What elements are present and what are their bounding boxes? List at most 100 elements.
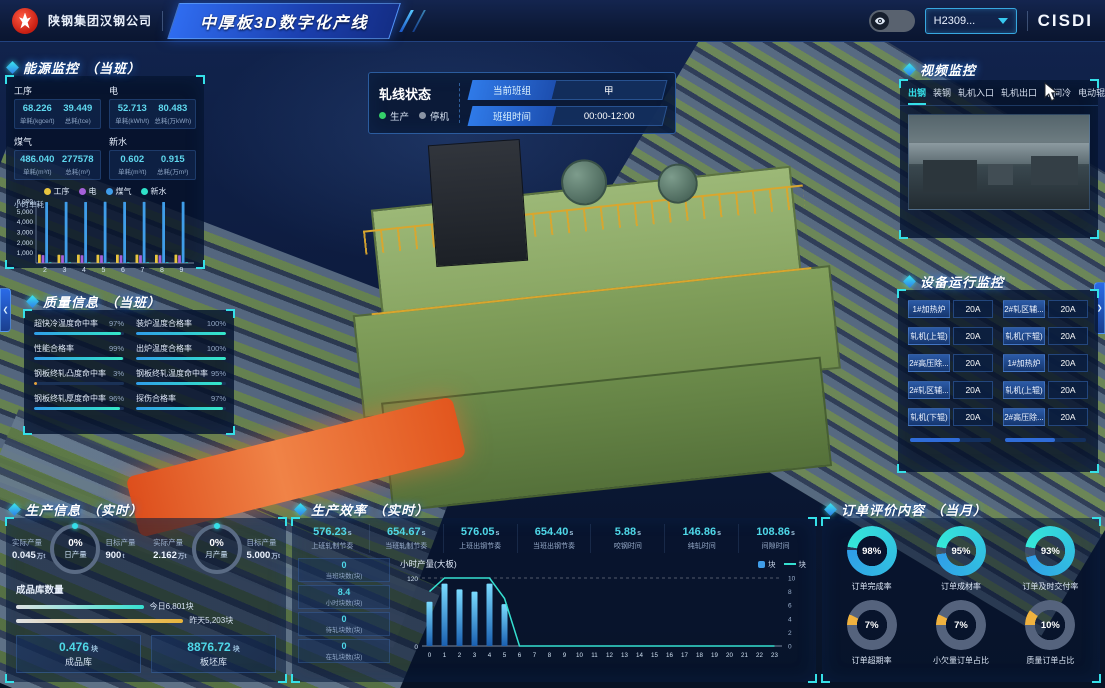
energy-group-values: 68.226单耗(kgce/t)39.449总耗(tce) bbox=[14, 99, 101, 129]
equipment-item-label: 1#加热炉 bbox=[908, 300, 950, 318]
video-tab-5[interactable]: 中间冷 bbox=[1044, 86, 1071, 105]
status-legend-item: 生产 bbox=[379, 109, 409, 123]
panel-corner bbox=[196, 75, 205, 84]
target-output: 目标产量900t bbox=[105, 537, 135, 561]
efficiency-body: 0当班块数(块)8.4小时块数(块)0待轧块数(块)0在轧块数(块) 小时产量(… bbox=[292, 553, 816, 679]
scrollbar-thumb[interactable] bbox=[910, 438, 960, 442]
line-info-row: 班组时间00:00-12:00 bbox=[468, 106, 668, 126]
line-status-panel: 轧线状态 生产停机 当前班组甲班组时间00:00-12:00 bbox=[368, 72, 676, 134]
video-feed-detail bbox=[988, 164, 1013, 185]
order-donut-percent: 98% bbox=[862, 546, 881, 557]
inventory-card-value: 0.476块 bbox=[59, 640, 98, 654]
ring-percent: 0% bbox=[209, 538, 223, 549]
video-tab-4[interactable]: 轧机出口 bbox=[1001, 86, 1037, 105]
video-panel-title: 视频监控 bbox=[905, 60, 976, 79]
equipment-item[interactable]: 轧机(上辊)20A bbox=[1003, 381, 1088, 399]
equipment-item-label: 轧机(上辊) bbox=[1003, 381, 1045, 399]
equipment-title-text: 设备运行监控 bbox=[920, 272, 1004, 291]
diamond-icon bbox=[903, 63, 916, 76]
efficiency-stat: 576.05s上班出钢节奏 bbox=[444, 524, 518, 553]
production-gauge-group: 实际产量0.045万t0%日产量目标产量900t bbox=[12, 524, 135, 574]
header-right: H2309... CISDI bbox=[869, 8, 1093, 34]
efficiency-panel-title: 生产效率 （实时） bbox=[296, 500, 429, 519]
svg-text:4,000: 4,000 bbox=[17, 219, 34, 226]
svg-text:2: 2 bbox=[43, 267, 47, 274]
efficiency-chart-legend: 块块 bbox=[758, 559, 806, 570]
quality-item-row: 装炉温度合格率100% bbox=[136, 318, 226, 329]
equipment-item[interactable]: 轧机(上辊)20A bbox=[908, 327, 993, 345]
production-panel: 实际产量0.045万t0%日产量目标产量900t实际产量2.162万t0%月产量… bbox=[6, 518, 286, 682]
actual-output-label: 实际产量 bbox=[153, 537, 186, 548]
target-output-label: 目标产量 bbox=[247, 537, 280, 548]
order-donut-percent: 10% bbox=[1041, 620, 1060, 631]
efficiency-stat: 576.23s上班轧制节奏 bbox=[296, 524, 370, 553]
chart-legend-item: 块 bbox=[784, 559, 807, 570]
order-donut-cell: 7%订单超期率 bbox=[830, 600, 913, 666]
panel-corner bbox=[808, 674, 817, 683]
hourly-output-chart: 1200024681001234567891011121314151617181… bbox=[396, 570, 810, 679]
line-status-info: 当前班组甲班组时间00:00-12:00 bbox=[470, 80, 665, 126]
orders-panel-title: 订单评价内容 （当月） bbox=[826, 500, 987, 519]
legend-item: 电 bbox=[79, 186, 97, 197]
side-stat-value: 0 bbox=[341, 560, 346, 570]
video-feed[interactable] bbox=[908, 114, 1090, 210]
line-status-legend: 生产停机 bbox=[379, 109, 449, 123]
video-tab-2[interactable]: 装钢 bbox=[933, 86, 951, 105]
quality-item: 钢板终轧厚度命中率96% bbox=[34, 393, 124, 410]
scrollbar-track[interactable] bbox=[1005, 438, 1086, 442]
page-title: 中厚板3D数字化产线 bbox=[200, 9, 368, 33]
device-selector-value: H2309... bbox=[934, 15, 976, 27]
quality-item-label: 钢板终轧凸度命中率 bbox=[34, 368, 106, 379]
production-title-text: 生产信息 bbox=[25, 500, 81, 519]
energy-stat-value: 52.713 bbox=[112, 103, 153, 114]
quality-bar-track bbox=[136, 332, 226, 335]
chart-legend-item: 块 bbox=[758, 559, 776, 570]
equipment-item[interactable]: 2#轧区辅...20A bbox=[1003, 300, 1088, 318]
energy-stat: 486.040单耗(m³/t) bbox=[17, 154, 58, 176]
actual-output-value: 2.162万t bbox=[153, 550, 186, 561]
equipment-item[interactable]: 轧机(下辊)20A bbox=[908, 408, 993, 426]
scrollbar-thumb[interactable] bbox=[1005, 438, 1055, 442]
energy-stat-label: 单耗(kWh/t) bbox=[112, 115, 153, 125]
energy-stat: 0.915总耗(万m³) bbox=[153, 154, 194, 176]
equipment-item[interactable]: 1#加热炉20A bbox=[908, 300, 993, 318]
equipment-item-value: 20A bbox=[1048, 354, 1088, 372]
svg-text:5: 5 bbox=[102, 267, 106, 274]
equipment-item[interactable]: 2#高压除...20A bbox=[1003, 408, 1088, 426]
line-info-key: 当前班组 bbox=[468, 80, 557, 100]
equipment-item[interactable]: 1#加热炉20A bbox=[1003, 354, 1088, 372]
header-left: 陕钢集团汉钢公司 中厚板3D数字化产线 bbox=[12, 3, 420, 39]
panel-corner bbox=[1090, 79, 1099, 88]
left-collapse-handle[interactable]: ❮ bbox=[0, 288, 11, 332]
quality-item-percent: 97% bbox=[211, 394, 226, 403]
scrollbar-track[interactable] bbox=[910, 438, 991, 442]
svg-text:8: 8 bbox=[788, 589, 792, 596]
video-tab-1[interactable]: 出钢 bbox=[908, 86, 926, 105]
video-feed-detail bbox=[923, 160, 977, 192]
quality-panel-title: 质量信息 （当班） bbox=[28, 292, 161, 311]
visibility-toggle[interactable] bbox=[869, 10, 915, 32]
equipment-item[interactable]: 轧机(下辊)20A bbox=[1003, 327, 1088, 345]
equipment-item[interactable]: 2#轧区辅...20A bbox=[908, 381, 993, 399]
equipment-item[interactable]: 2#高压除...20A bbox=[908, 354, 993, 372]
equipment-item-value: 20A bbox=[953, 408, 993, 426]
efficiency-chart-header: 小时产量(大板) 块块 bbox=[396, 558, 810, 570]
energy-stat-value: 39.449 bbox=[58, 103, 99, 114]
equipment-item-label: 轧机(下辊) bbox=[1003, 327, 1045, 345]
line-status-content: 轧线状态 生产停机 当前班组甲班组时间00:00-12:00 bbox=[369, 73, 675, 133]
inventory-card-label: 板坯库 bbox=[200, 655, 227, 668]
order-donut: 7% bbox=[847, 600, 897, 650]
order-donut: 98% bbox=[847, 526, 897, 576]
quality-item-percent: 97% bbox=[109, 319, 124, 328]
status-legend-item: 停机 bbox=[419, 109, 449, 123]
device-selector-dropdown[interactable]: H2309... bbox=[925, 8, 1017, 34]
video-tab-6[interactable]: 电动辊 bbox=[1078, 86, 1105, 105]
legend-item: 工序 bbox=[44, 186, 70, 197]
target-output: 目标产量5.000万t bbox=[247, 537, 280, 561]
quality-item-label: 装炉温度合格率 bbox=[136, 318, 192, 329]
quality-bar-fill bbox=[136, 382, 222, 385]
line-status-left: 轧线状态 生产停机 bbox=[379, 84, 449, 123]
video-tab-3[interactable]: 轧机入口 bbox=[958, 86, 994, 105]
energy-stat: 39.449总耗(tce) bbox=[58, 103, 99, 125]
efficiency-panel: 576.23s上班轧制节奏654.67s当班轧制节奏576.05s上班出钢节奏6… bbox=[292, 518, 816, 682]
